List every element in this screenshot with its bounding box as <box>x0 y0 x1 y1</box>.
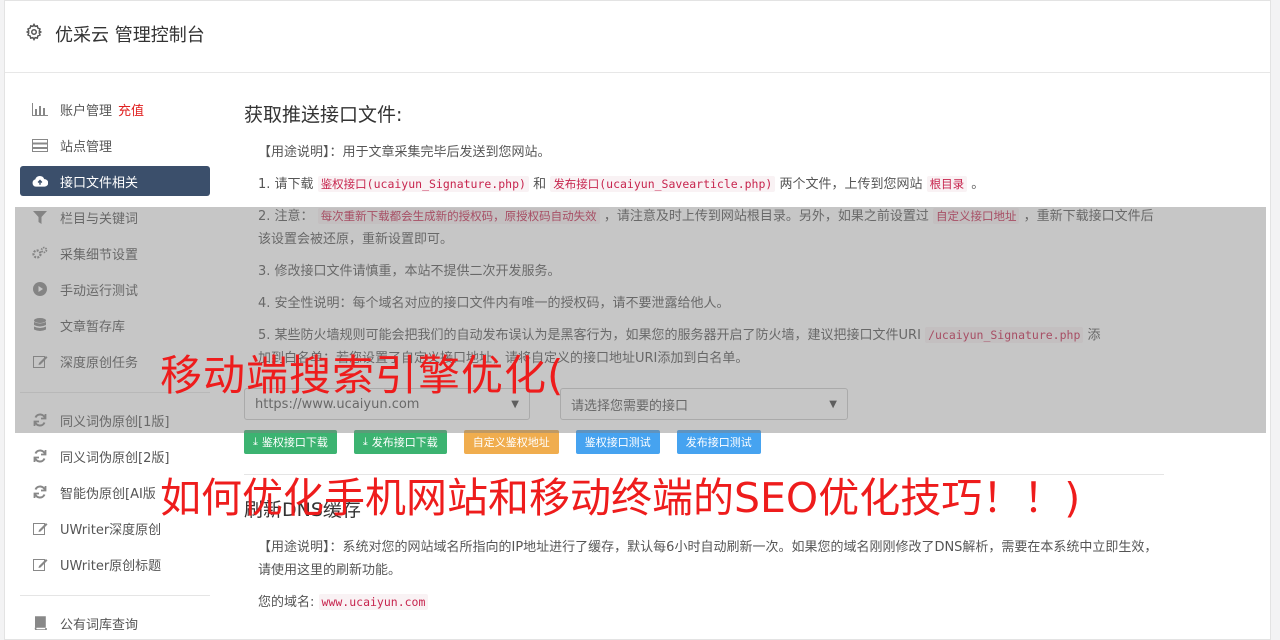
sidebar-item-label: UWriter深度原创 <box>60 522 162 538</box>
sidebar-item-label: 同义词伪原创[2版] <box>60 450 170 466</box>
domain-value: www.ucaiyun.com <box>318 594 429 610</box>
sidebar-item-label: 公有词库查询 <box>60 617 139 633</box>
test-publish-button[interactable]: 发布接口测试 <box>676 430 761 454</box>
button-row: ⤓ 鉴权接口下载 ⤓ 发布接口下载 自定义鉴权地址 鉴权接口测试 发布接口测试 <box>244 430 1164 454</box>
usage-note: 【用途说明】：用于文章采集完毕后发送到您网站。 <box>258 145 551 160</box>
step-text: 1. 请下载 <box>258 177 314 192</box>
top-bar: 优采云 管理控制台 <box>5 1 1270 73</box>
download-icon: ⤓ <box>362 435 368 448</box>
step-text: 。 <box>971 177 985 192</box>
sidebar-item-public-lexicon[interactable]: 公有词库查询 <box>20 608 210 638</box>
code-sign-file: 鉴权接口(ucaiyun_Signature.php) <box>317 176 529 192</box>
step-text: 和 <box>533 177 547 192</box>
dns-usage-note: 【用途说明】：系统对您的网站域名所指向的IP地址进行了缓存，默认每6小时自动刷新… <box>258 540 1158 578</box>
domain-label: 您的域名: <box>258 595 315 610</box>
app-title: 优采云 管理控制台 <box>55 25 205 46</box>
sidebar-item-label: UWriter原创标题 <box>60 558 162 574</box>
button-label: 鉴权接口下载 <box>261 436 328 449</box>
sidebar-item-label: 站点管理 <box>60 139 113 155</box>
download-sign-button[interactable]: ⤓ 鉴权接口下载 <box>244 430 337 454</box>
code-root-dir: 根目录 <box>926 176 968 192</box>
step-1: 1. 请下载 鉴权接口(ucaiyun_Signature.php) 和 发布接… <box>258 173 1164 196</box>
gear-icon <box>25 23 43 41</box>
edit-icon <box>32 557 48 571</box>
recharge-link[interactable]: 充值 <box>118 100 144 119</box>
download-publish-button[interactable]: ⤓ 发布接口下载 <box>353 430 447 454</box>
sidebar-divider <box>20 595 210 596</box>
sidebar-item-label: 账户管理 <box>60 103 113 119</box>
sidebar-item-label: 智能伪原创[AI版 <box>60 486 156 502</box>
sidebar-item-interface-files[interactable]: 接口文件相关 <box>20 166 210 196</box>
refresh-icon <box>32 449 48 463</box>
sidebar-item-sites[interactable]: 站点管理 <box>20 130 210 160</box>
sidebar-item-uwriter-title[interactable]: UWriter原创标题 <box>20 549 210 579</box>
refresh-icon <box>32 485 48 499</box>
code-publish-file: 发布接口(ucaiyun_Savearticle.php) <box>550 176 776 192</box>
book-icon <box>32 616 48 630</box>
bar-chart-icon <box>32 102 48 116</box>
edit-icon <box>32 521 48 535</box>
sidebar-item-label: 接口文件相关 <box>60 175 139 191</box>
cloud-upload-icon <box>32 174 48 188</box>
button-label: 发布接口下载 <box>371 436 438 449</box>
step-text: 两个文件，上传到您网站 <box>779 177 923 192</box>
download-icon: ⤓ <box>253 435 258 448</box>
button-label: 鉴权接口测试 <box>584 436 651 449</box>
section-title-interface: 获取推送接口文件: <box>244 104 403 126</box>
button-label: 发布接口测试 <box>685 436 752 449</box>
watermark-line-1: 移动端搜索引擎优化( <box>160 351 565 400</box>
server-icon <box>32 138 48 152</box>
test-sign-button[interactable]: 鉴权接口测试 <box>575 430 660 454</box>
watermark-line-2: 如何优化手机网站和移动终端的SEO优化技巧！！) <box>160 474 1081 522</box>
sidebar-item-account[interactable]: 账户管理 充值 <box>20 94 210 124</box>
button-label: 自定义鉴权地址 <box>472 436 550 449</box>
custom-sign-url-button[interactable]: 自定义鉴权地址 <box>463 430 559 454</box>
domain-row: 您的域名: www.ucaiyun.com <box>258 591 1164 614</box>
